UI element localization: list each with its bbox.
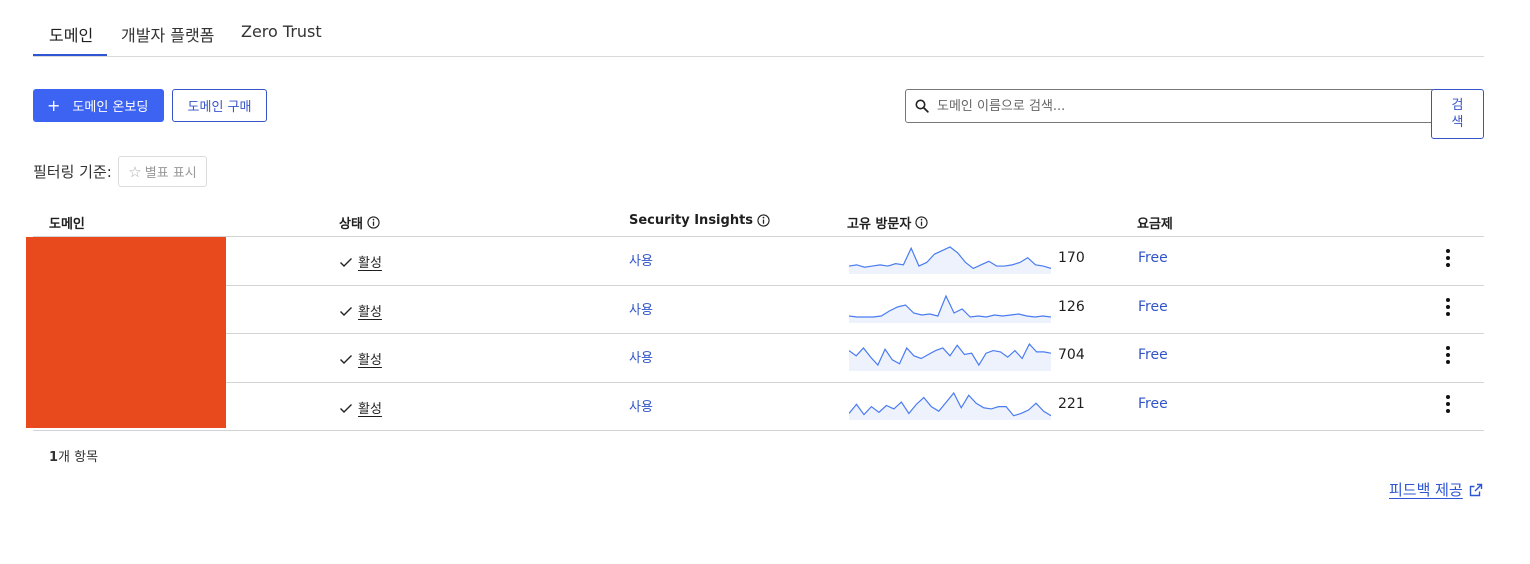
feedback-label: 피드백 제공	[1389, 481, 1463, 499]
plan-link[interactable]: Free	[1138, 347, 1168, 363]
info-icon[interactable]	[367, 216, 380, 229]
visitors-sparkline	[849, 246, 1051, 274]
visitors-sparkline	[849, 342, 1051, 371]
security-insights-link[interactable]: 사용	[629, 396, 653, 415]
tab-zero-trust[interactable]: Zero Trust	[241, 22, 322, 41]
status-text[interactable]: 활성	[358, 301, 382, 320]
table-bottom-divider	[33, 430, 1484, 431]
row-divider	[33, 333, 1484, 334]
search-icon	[915, 99, 929, 113]
item-count: 1개 항목	[49, 446, 98, 465]
row-divider	[33, 382, 1484, 383]
buy-domain-label: 도메인 구매	[187, 100, 252, 115]
status-active: 활성	[339, 301, 382, 320]
onboard-domain-label: 도메인 온보딩	[72, 100, 149, 115]
column-header-security-insights-label: Security Insights	[629, 213, 754, 228]
visitors-count: 221	[1058, 396, 1085, 412]
visitors-sparkline	[849, 391, 1051, 420]
item-count-suffix: 개 항목	[58, 450, 99, 465]
status-text[interactable]: 활성	[358, 398, 382, 417]
check-icon	[340, 306, 352, 316]
item-count-number: 1	[49, 450, 59, 465]
visitors-count: 126	[1058, 299, 1085, 315]
column-header-plan: 요금제	[1137, 213, 1173, 232]
search-button-label: 검색	[1451, 98, 1464, 130]
column-header-unique-visitors: 고유 방문자	[847, 213, 928, 232]
filter-label: 필터링 기준:	[33, 163, 112, 181]
visitors-sparkline	[849, 294, 1051, 323]
column-header-status-label: 상태	[339, 217, 363, 232]
more-options-icon[interactable]	[1438, 344, 1458, 366]
column-header-status: 상태	[339, 213, 380, 232]
security-insights-link[interactable]: 사용	[629, 347, 653, 366]
column-header-domain-label: 도메인	[49, 217, 85, 232]
starred-filter-chip[interactable]: ☆ 별표 표시	[118, 156, 207, 187]
search-button[interactable]: 검색	[1431, 89, 1484, 139]
column-header-domain: 도메인	[49, 213, 85, 232]
status-text[interactable]: 활성	[358, 252, 382, 271]
plus-icon: +	[47, 95, 61, 115]
external-link-icon	[1469, 483, 1482, 496]
security-insights-link[interactable]: 사용	[629, 250, 653, 269]
column-header-unique-visitors-label: 고유 방문자	[847, 217, 912, 232]
plan-link[interactable]: Free	[1138, 250, 1168, 266]
search-input[interactable]	[935, 97, 1419, 115]
more-options-icon[interactable]	[1438, 247, 1458, 269]
feedback-link[interactable]: 피드백 제공	[1389, 479, 1483, 500]
check-icon	[340, 354, 352, 364]
sparkline-area	[849, 247, 1051, 274]
check-icon	[340, 403, 352, 413]
row-divider	[33, 285, 1484, 286]
status-active: 활성	[339, 349, 382, 368]
tab-domains[interactable]: 도메인	[49, 22, 93, 46]
starred-filter-label: 별표 표시	[144, 166, 197, 181]
visitors-count: 704	[1058, 347, 1085, 363]
status-text[interactable]: 활성	[358, 349, 382, 368]
plan-link[interactable]: Free	[1138, 299, 1168, 315]
more-options-icon[interactable]	[1438, 296, 1458, 318]
visitors-count: 170	[1058, 250, 1085, 266]
search-box	[905, 89, 1433, 123]
sparkline-area	[849, 296, 1051, 323]
security-insights-link[interactable]: 사용	[629, 299, 653, 318]
check-icon	[340, 257, 352, 267]
redacted-domain-names	[26, 237, 226, 428]
table-header-divider	[33, 236, 1484, 237]
column-header-security-insights: Security Insights	[629, 213, 770, 228]
tabs-divider	[33, 56, 1484, 57]
more-options-icon[interactable]	[1438, 393, 1458, 415]
buy-domain-button[interactable]: 도메인 구매	[172, 89, 267, 122]
column-header-plan-label: 요금제	[1137, 217, 1173, 232]
info-icon[interactable]	[757, 214, 770, 227]
info-icon[interactable]	[915, 216, 928, 229]
tab-developer-platform[interactable]: 개발자 플랫폼	[121, 22, 214, 46]
plan-link[interactable]: Free	[1138, 396, 1168, 412]
status-active: 활성	[339, 252, 382, 271]
onboard-domain-button[interactable]: + 도메인 온보딩	[33, 89, 164, 122]
status-active: 활성	[339, 398, 382, 417]
star-icon: ☆	[128, 162, 142, 181]
